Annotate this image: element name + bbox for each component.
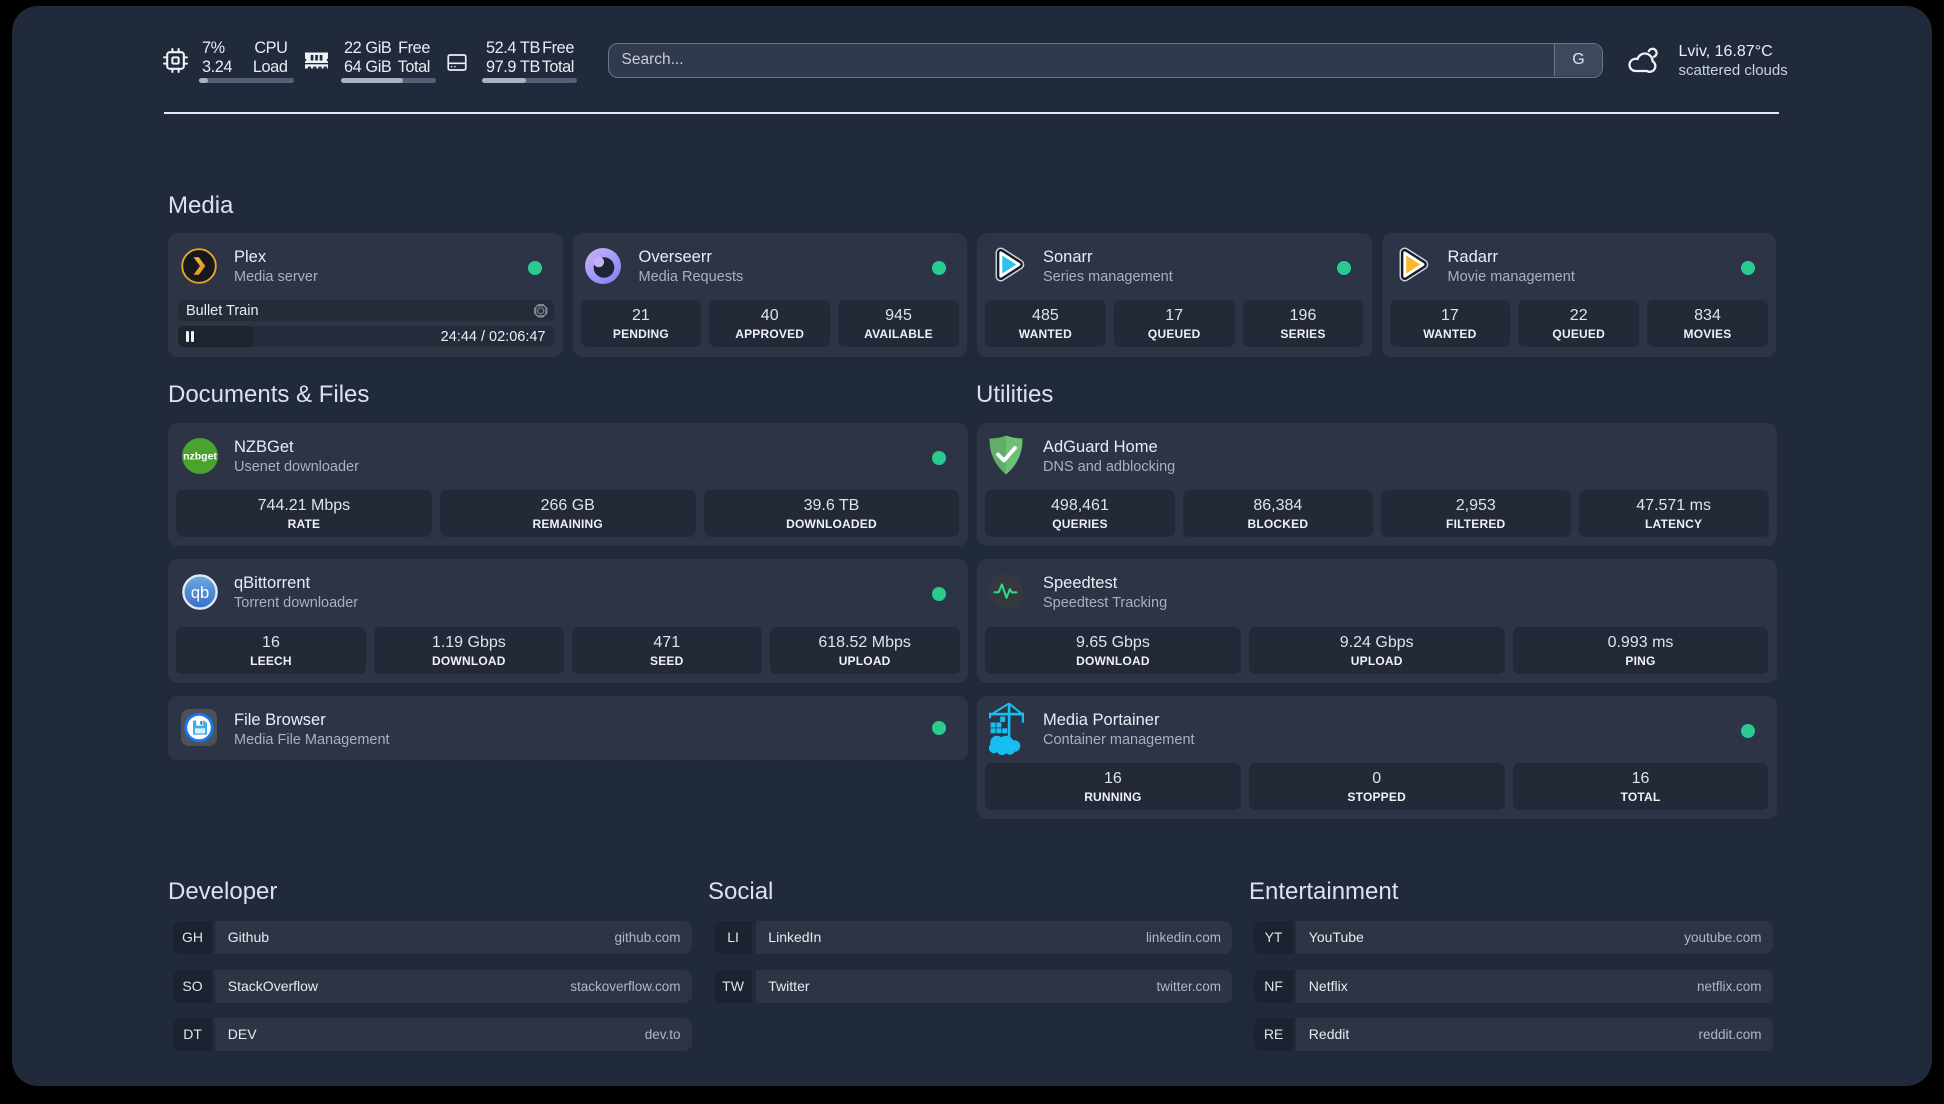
svg-text:nzbget: nzbget bbox=[183, 450, 217, 462]
svg-text:qb: qb bbox=[191, 584, 209, 602]
